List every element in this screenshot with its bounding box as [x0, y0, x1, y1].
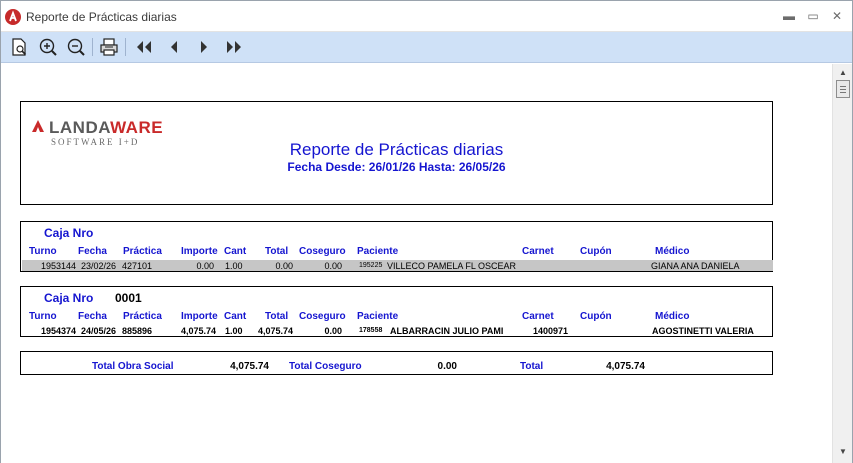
next-page-icon[interactable] — [193, 37, 215, 57]
col-importe: Importe — [181, 246, 218, 257]
total-obra-social-value: 4,075.74 — [230, 361, 269, 372]
total-coseguro-label: Total Coseguro — [289, 361, 362, 372]
caja-label: Caja Nro — [44, 226, 94, 240]
logo-wordmark: LANDAWARE — [49, 118, 164, 137]
report-date-range: Fecha Desde: 26/01/26 Hasta: 26/05/26 — [287, 160, 506, 174]
scroll-down-icon[interactable]: ▼ — [837, 447, 849, 457]
col-cupon: Cupón — [580, 246, 612, 257]
report-preview-area: LANDAWARE SOFTWARE I+D Reporte de Prácti… — [1, 64, 832, 463]
caja-label: Caja Nro — [44, 291, 94, 305]
grand-total-value: 4,075.74 — [606, 361, 645, 372]
col-cant: Cant — [224, 246, 247, 257]
cell-medico: GIANA ANA DANIELA — [651, 261, 740, 271]
cell-practica: 427101 — [122, 261, 153, 271]
cell-carnet: 1400971 — [532, 326, 568, 336]
totals-section: Total Obra Social 4,075.74 Total Cosegur… — [20, 351, 773, 375]
cell-total: 0.00 — [275, 261, 293, 271]
report-header: LANDAWARE SOFTWARE I+D Reporte de Prácti… — [20, 101, 773, 205]
caja-number: 0001 — [115, 291, 142, 305]
col-total: Total — [265, 246, 289, 257]
first-page-icon[interactable] — [133, 37, 155, 57]
report-title: Reporte de Prácticas diarias — [289, 140, 504, 159]
scroll-thumb[interactable] — [836, 80, 850, 98]
col-importe: Importe — [181, 311, 218, 322]
col-medico: Médico — [655, 246, 690, 257]
col-coseguro: Coseguro — [299, 311, 346, 322]
toolbar-separator — [92, 38, 93, 56]
caja-section: Caja Nro 0001 Turno Fecha Práctica Impor… — [20, 286, 773, 337]
cell-paciente-id: 178558 — [359, 327, 383, 334]
window-title: Reporte de Prácticas diarias — [26, 10, 177, 24]
col-paciente: Paciente — [357, 311, 399, 322]
col-cant: Cant — [224, 311, 247, 322]
col-cupon: Cupón — [580, 311, 612, 322]
cell-medico: AGOSTINETTI VALERIA — [652, 326, 754, 336]
caja-section: Caja Nro Turno Fecha Práctica Importe Ca… — [20, 221, 773, 272]
cell-turno: 1954374 — [40, 326, 76, 336]
col-total: Total — [265, 311, 289, 322]
page-setup-icon[interactable] — [9, 37, 31, 57]
cell-cant: 1.00 — [225, 261, 243, 271]
col-practica: Práctica — [123, 311, 162, 322]
total-obra-social-label: Total Obra Social — [92, 361, 174, 372]
col-fecha: Fecha — [78, 311, 107, 322]
cell-fecha: 23/02/26 — [81, 261, 117, 271]
scroll-up-icon[interactable]: ▲ — [837, 68, 849, 78]
toolbar — [1, 32, 852, 63]
col-carnet: Carnet — [522, 311, 554, 322]
cell-cant: 1.00 — [225, 326, 243, 336]
close-button[interactable]: ✕ — [827, 7, 847, 25]
col-medico: Médico — [655, 311, 690, 322]
cell-practica: 885896 — [122, 326, 153, 336]
col-fecha: Fecha — [78, 246, 107, 257]
col-turno: Turno — [29, 246, 57, 257]
cell-importe: 4,075.74 — [180, 326, 216, 336]
report-preview-window: Reporte de Prácticas diarias ▬ ▭ ✕ LANDA… — [0, 0, 853, 463]
col-carnet: Carnet — [522, 246, 554, 257]
logo-mark-icon — [32, 120, 44, 132]
zoom-in-icon[interactable] — [37, 37, 59, 57]
grand-total-label: Total — [520, 361, 544, 372]
cell-turno: 1953144 — [40, 261, 76, 271]
col-practica: Práctica — [123, 246, 162, 257]
cell-fecha: 24/05/26 — [81, 326, 117, 336]
cell-paciente-id: 195225 — [359, 262, 383, 269]
col-coseguro: Coseguro — [299, 246, 346, 257]
title-bar: Reporte de Prácticas diarias ▬ ▭ ✕ — [1, 1, 852, 32]
cell-importe: 0.00 — [196, 261, 214, 271]
cell-paciente: VILLECO PAMELA FL OSCEAR — [387, 261, 517, 271]
last-page-icon[interactable] — [223, 37, 245, 57]
col-paciente: Paciente — [357, 246, 399, 257]
minimize-button[interactable]: ▬ — [779, 7, 799, 25]
restore-button[interactable]: ▭ — [803, 7, 823, 25]
total-coseguro-value: 0.00 — [437, 361, 457, 372]
print-icon[interactable] — [98, 37, 120, 57]
col-turno: Turno — [29, 311, 57, 322]
vertical-scrollbar[interactable]: ▲ ▼ — [832, 64, 852, 463]
cell-coseguro: 0.00 — [324, 261, 342, 271]
cell-paciente: ALBARRACIN JULIO PAMI — [390, 326, 504, 336]
previous-page-icon[interactable] — [163, 37, 185, 57]
app-logo-icon — [5, 9, 21, 25]
cell-coseguro: 0.00 — [324, 326, 342, 336]
cell-total: 4,075.74 — [257, 326, 293, 336]
toolbar-separator — [125, 38, 126, 56]
zoom-out-icon[interactable] — [65, 37, 87, 57]
